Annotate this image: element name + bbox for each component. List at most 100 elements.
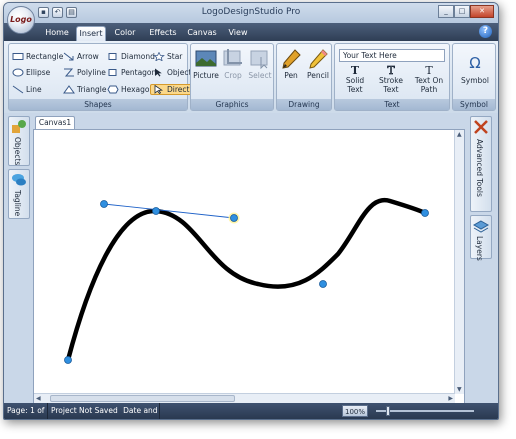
vertical-scrollbar[interactable]: ▲ ▼ [454, 130, 464, 394]
close-icon[interactable]: ✕ [470, 5, 494, 18]
group-caption-graphics: Graphics [191, 99, 273, 110]
horizontal-scrollbar[interactable]: ◀ ▶ [34, 393, 455, 403]
object-cursor-icon [155, 68, 162, 77]
maximize-icon[interactable]: □ [454, 5, 470, 18]
tab-insert[interactable]: Insert [76, 26, 106, 41]
anchor-point[interactable] [421, 209, 429, 217]
text-on-path-icon: T [425, 64, 433, 77]
shape-pentagon[interactable]: Pentagon [107, 68, 156, 77]
advanced-tools-icon [474, 120, 488, 134]
text-on-path-label-2: Path [420, 85, 438, 94]
symbol-button[interactable]: Ω Symbol [459, 54, 491, 85]
minimize-icon[interactable]: _ [438, 5, 454, 18]
shape-star[interactable]: Star [153, 52, 182, 61]
zoom-level[interactable]: 100% [342, 405, 368, 417]
pen-button[interactable]: Pen [277, 49, 305, 80]
shape-line[interactable]: Line [12, 85, 42, 94]
shape-rectangle[interactable]: Rectangle [12, 52, 63, 61]
anchor-point[interactable] [64, 356, 72, 364]
window-controls: _ □ ✕ [438, 5, 494, 18]
tab-view[interactable]: View [224, 26, 252, 41]
status-page: Page: 1 of 1 [4, 403, 48, 419]
drawing-canvas[interactable] [38, 134, 456, 390]
layers-icon [473, 220, 489, 233]
undo-icon[interactable]: ↶ [52, 7, 63, 18]
control-point-handle-left[interactable] [100, 200, 108, 208]
print-icon[interactable]: ▤ [66, 7, 77, 18]
panel-tab-label: Layers [475, 236, 484, 261]
solid-text-label-2: Text [347, 85, 363, 94]
solid-text-button[interactable]: T Solid Text [339, 65, 371, 94]
crop-icon [223, 49, 242, 66]
anchor-point[interactable] [319, 280, 327, 288]
panel-tab-layers[interactable]: Layers [470, 215, 492, 261]
scroll-up-icon[interactable]: ▲ [457, 131, 462, 138]
shape-object[interactable]: Object [153, 68, 191, 77]
document-tab-canvas1[interactable]: Canvas1 [35, 116, 75, 129]
quick-access-toolbar: ▪ ↶ ▤ [38, 7, 77, 18]
zoom-slider[interactable] [376, 410, 474, 412]
crop-button[interactable]: Crop [219, 49, 247, 80]
app-logo-button[interactable]: Logo [7, 6, 35, 34]
title-bar: LogoDesignStudio Pro ▪ ↶ ▤ _ □ ✕ [4, 3, 498, 23]
pentagon-icon [108, 69, 117, 76]
panel-tab-objects[interactable]: Objects [8, 116, 30, 166]
stroke-text-label-2: Text [383, 85, 399, 94]
shape-label: Polyline [77, 68, 106, 77]
workspace: Objects Tagline Canvas1 ▲ ▼ ◀ ▶ Advanced… [4, 113, 498, 405]
shape-label: Direct [167, 85, 190, 94]
scroll-right-icon[interactable]: ▶ [448, 395, 453, 402]
shape-hexagon[interactable]: Hexagon [107, 85, 154, 94]
canvas-frame: ▲ ▼ ◀ ▶ [33, 129, 465, 404]
status-project-datetime: Project Not Saved Date and Time [48, 403, 160, 419]
shape-polyline[interactable]: Polyline [63, 68, 106, 77]
tagline-icon [12, 174, 26, 186]
tab-effects[interactable]: Effects [146, 26, 180, 41]
anchor-point[interactable] [152, 207, 160, 215]
help-icon[interactable]: ? [479, 25, 492, 38]
pencil-button[interactable]: Pencil [304, 49, 332, 80]
ellipse-icon [12, 68, 24, 77]
tab-canvas[interactable]: Canvas [184, 26, 220, 41]
panel-tab-label: Advanced Tools [475, 139, 484, 197]
text-on-path-button[interactable]: T Text On Path [412, 65, 446, 94]
tab-home[interactable]: Home [42, 26, 72, 41]
control-point-handle-right-core[interactable] [230, 214, 238, 222]
group-caption-text: Text [335, 99, 449, 110]
picture-button[interactable]: Picture [192, 49, 220, 80]
panel-tab-advanced-tools[interactable]: Advanced Tools [470, 116, 492, 212]
objects-icon [12, 120, 26, 133]
shape-diamond[interactable]: Diamond [107, 52, 155, 61]
arrow-icon [63, 52, 74, 61]
ribbon-tab-bar: Home Insert Color Effects Canvas View ? [4, 23, 498, 41]
horizontal-scroll-thumb[interactable] [50, 395, 235, 402]
zoom-slider-thumb[interactable] [386, 406, 390, 416]
panel-tab-label: Objects [13, 137, 22, 166]
save-icon[interactable]: ▪ [38, 7, 49, 18]
drawing-group: Pen Pencil Drawing [276, 43, 332, 111]
shape-arrow[interactable]: Arrow [63, 52, 99, 61]
shape-ellipse[interactable]: Ellipse [12, 68, 50, 77]
shape-triangle[interactable]: Triangle [63, 85, 106, 94]
diamond-icon [108, 53, 117, 60]
window-title: LogoDesignStudio Pro [201, 7, 301, 17]
pen-icon [282, 49, 301, 69]
scroll-left-icon[interactable]: ◀ [36, 395, 41, 402]
scroll-down-icon[interactable]: ▼ [457, 386, 462, 393]
hexagon-icon [107, 85, 119, 94]
shape-label: Ellipse [26, 68, 51, 77]
shape-label: Star [167, 52, 183, 61]
shape-label: Pentagon [121, 68, 157, 77]
shape-label: Triangle [77, 85, 107, 94]
stroke-text-button[interactable]: T Stroke Text [375, 65, 407, 94]
text-input[interactable] [339, 49, 445, 62]
panel-tab-tagline[interactable]: Tagline [8, 169, 30, 219]
group-caption-drawing: Drawing [277, 99, 331, 110]
bezier-curve[interactable] [65, 197, 428, 363]
shape-label: Rectangle [26, 52, 64, 61]
shape-direct[interactable]: Direct [150, 84, 193, 95]
select-button[interactable]: Select [246, 49, 274, 80]
right-panel-tabs: Advanced Tools Layers [470, 116, 492, 262]
graphics-group: Picture Crop Select Graphics [190, 43, 274, 111]
tab-color[interactable]: Color [110, 26, 140, 41]
